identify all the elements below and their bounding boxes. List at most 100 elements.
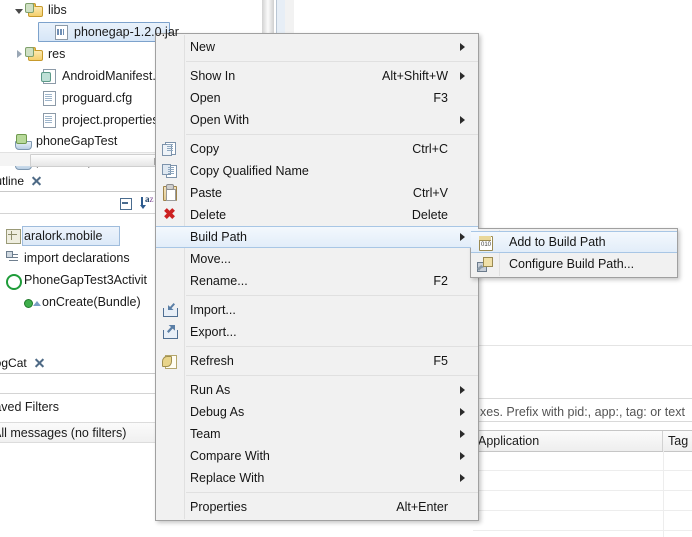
file-icon [40,90,58,106]
menu-separator [186,295,478,296]
twisty-open-icon[interactable] [12,0,26,20]
sort-alphabetically-icon[interactable]: az [140,195,156,211]
package-explorer-context-menu[interactable]: New Show In Alt+Shift+W Open F3 Open With Copy… [155,33,479,521]
menu-item-delete[interactable]: ✖ Delete Delete [156,204,478,226]
tree-item-label: project.properties [62,113,159,127]
menu-item-configure-build-path[interactable]: Configure Build Path... [471,253,677,275]
menu-item-label: Configure Build Path... [509,257,635,271]
submenu-arrow-icon [456,452,468,460]
menu-item-label: New [190,40,216,54]
editor-pane-edge [285,0,294,33]
menu-item-label: Run As [190,383,231,397]
outline-item-label: aralork.mobile [24,229,103,243]
tab-logcat[interactable]: LogCat [0,353,45,373]
twisty-placeholder [0,131,14,151]
menu-separator [186,492,478,493]
menu-item-debug-as[interactable]: Debug As [156,401,478,423]
menu-item-label: Build Path [190,230,247,244]
logcat-table-header: Application Tag [473,430,692,452]
menu-item-replace-with[interactable]: Replace With [156,467,478,489]
add-to-build-path-icon: 010 [476,235,493,251]
submenu-arrow-icon [456,474,468,482]
menu-item-open-with[interactable]: Open With [156,109,478,131]
menu-item-label: Open With [190,113,250,127]
delete-icon: ✖ [163,206,176,223]
menu-item-copy[interactable]: Copy Ctrl+C [156,138,478,160]
close-icon[interactable] [30,175,42,187]
tree-item[interactable]: libs [12,0,262,20]
menu-item-paste[interactable]: Paste Ctrl+V [156,182,478,204]
menu-item-copy-qualified-name[interactable]: Copy Qualified Name [156,160,478,182]
menu-item-show-in[interactable]: Show In Alt+Shift+W [156,65,478,87]
column-header-tag[interactable]: Tag [663,431,692,451]
folder-icon [25,2,44,18]
menu-item-import[interactable]: Import... [156,299,478,321]
menu-item-build-path[interactable]: Build Path [156,226,478,248]
outline-item[interactable]: import declarations [4,248,130,268]
tree-item-label: phoneGapTest [36,134,118,148]
menu-item-label: Add to Build Path [509,235,606,249]
filter-list-item-label: All messages (no filters) [0,425,127,440]
import-declarations-icon [4,250,24,266]
configure-build-path-icon [476,256,493,272]
file-icon [40,112,58,128]
menu-item-add-to-build-path[interactable]: 010 Add to Build Path [471,231,677,253]
twisty-closed-icon[interactable] [12,44,26,64]
menu-separator [186,375,478,376]
menu-item-properties[interactable]: Properties Alt+Enter [156,496,478,518]
outline-item[interactable]: PhoneGapTest3Activit [4,270,147,290]
menu-item-label: Move... [190,252,231,266]
menu-item-label: Rename... [190,274,248,288]
menu-separator [186,134,478,135]
menu-item-refresh[interactable]: Refresh F5 [156,350,478,372]
menu-item-run-as[interactable]: Run As [156,379,478,401]
menu-separator [186,346,478,347]
tree-item-label: libs [48,3,67,17]
java-method-icon [22,294,42,310]
submenu-arrow-icon [456,408,468,416]
tab-outline[interactable]: Outline [0,171,42,191]
menu-item-export[interactable]: Export... [156,321,478,343]
outline-item[interactable]: aralork.mobile [4,226,120,246]
menu-item-team[interactable]: Team [156,423,478,445]
tab-logcat-label: LogCat [0,356,27,370]
jar-icon [52,24,70,40]
submenu-arrow-icon [456,72,468,80]
menu-item-shortcut: Delete [411,208,448,222]
build-path-submenu[interactable]: 010 Add to Build Path Configure Build Path… [470,228,678,278]
submenu-arrow-icon [456,430,468,438]
outline-tabbar: Outline [0,170,160,192]
menu-item-new[interactable]: New [156,36,478,58]
outline-item-label: onCreate(Bundle) [42,295,141,309]
menu-item-move[interactable]: Move... [156,248,478,270]
menu-item-compare-with[interactable]: Compare With [156,445,478,467]
menu-item-label: Refresh [190,354,234,368]
column-header-application[interactable]: Application [473,431,663,451]
menu-separator [186,61,478,62]
outline-item-label: PhoneGapTest3Activit [24,273,147,287]
menu-item-shortcut: F2 [433,274,448,288]
outline-view: Outline az aralork.mobile import declarat… [0,170,160,345]
submenu-arrow-icon [456,233,468,241]
menu-item-rename[interactable]: Rename... F2 [156,270,478,292]
logcat-search-placeholder: xes. Prefix with pid:, app:, tag: or tex… [480,405,685,419]
collapse-all-icon[interactable] [118,195,134,211]
menu-item-label: Replace With [190,471,265,485]
submenu-arrow-icon [456,43,468,51]
menu-item-label: Export... [190,325,237,339]
refresh-icon [161,353,178,369]
filter-list-item[interactable]: All messages (no filters) [0,422,158,443]
close-icon[interactable] [33,357,45,369]
java-class-icon [4,272,24,290]
menu-item-label: Import... [190,303,236,317]
package-icon [4,228,24,244]
menu-item-open[interactable]: Open F3 [156,87,478,109]
outline-item[interactable]: onCreate(Bundle) [22,292,141,312]
twisty-placeholder [26,66,40,86]
scrollbar-track[interactable] [262,0,274,33]
submenu-arrow-icon [456,116,468,124]
folder-icon [25,46,44,62]
editor-vertical-scrollbar[interactable] [260,0,294,33]
saved-filters-label: Saved Filters [0,400,59,414]
menu-item-label: Show In [190,69,236,83]
